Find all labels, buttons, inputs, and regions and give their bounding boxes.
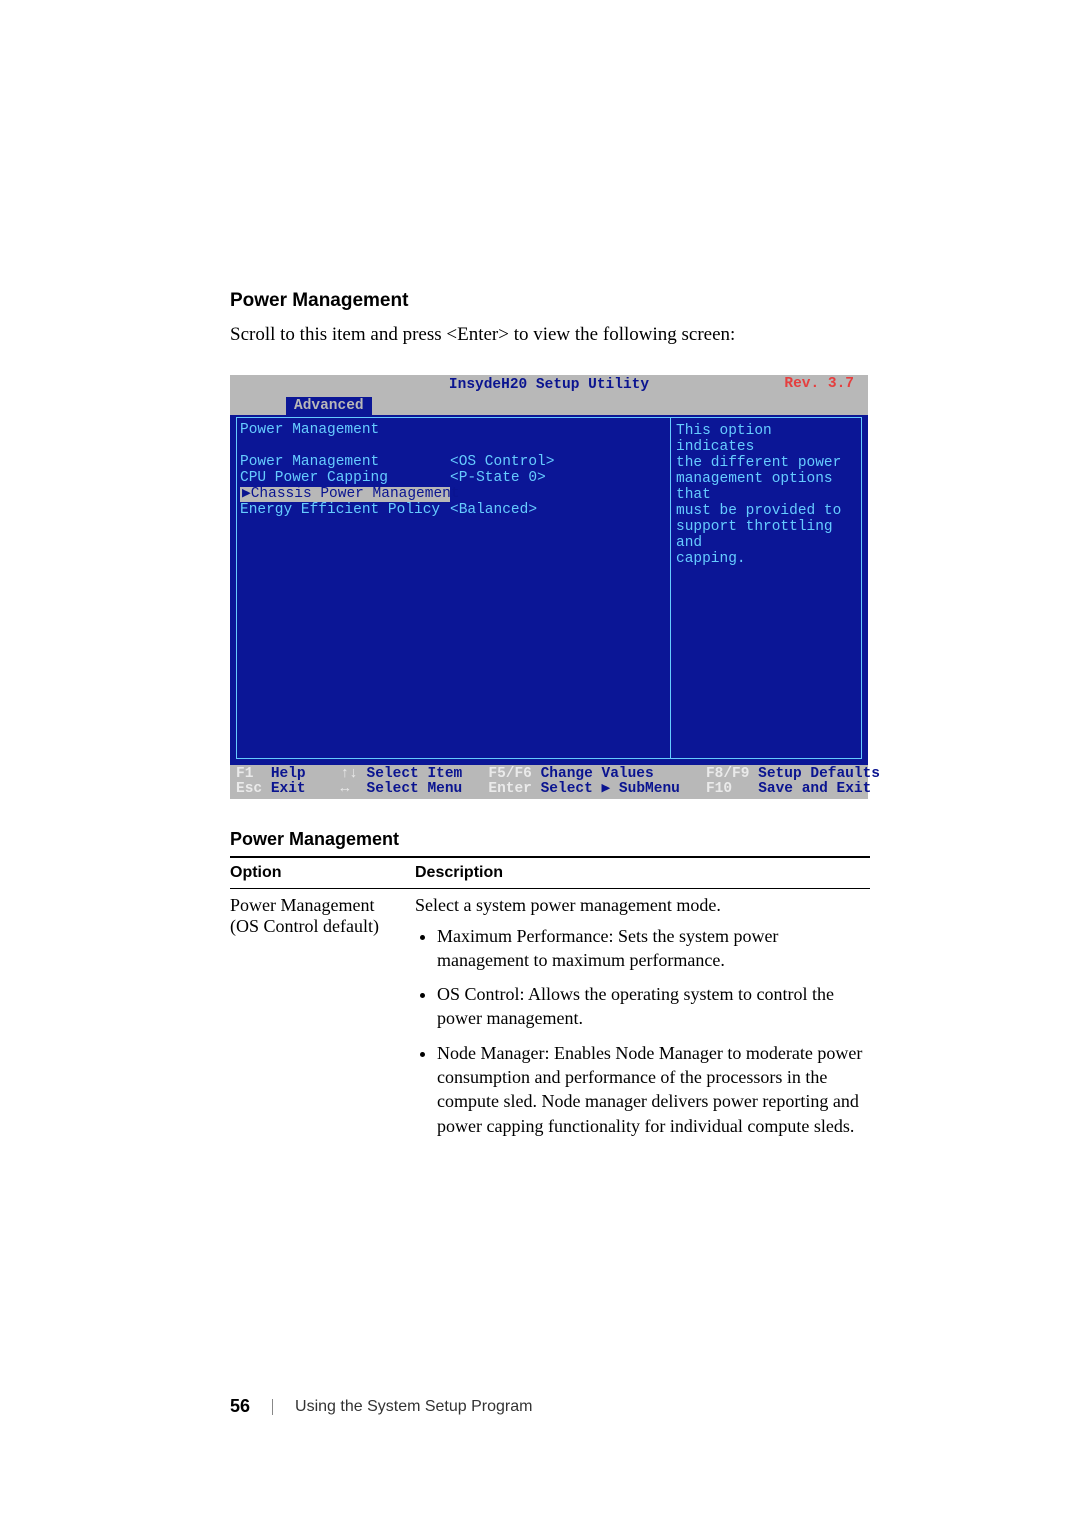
td-option: Power Management (OS Control default) [230, 888, 415, 1148]
bios-titlebar: InsydeH20 Setup Utility Rev. 3.7 [230, 375, 868, 397]
bios-item-cpu-power-capping[interactable]: CPU Power Capping [240, 471, 450, 486]
option-default: (OS Control default) [230, 916, 379, 936]
bios-tab-advanced[interactable]: Advanced [286, 397, 372, 416]
footer-text: Using the System Setup Program [295, 1398, 532, 1416]
th-description: Description [415, 857, 870, 889]
desc-bullet: Maximum Performance: Sets the system pow… [437, 924, 864, 973]
bios-key-enter: Enter [488, 781, 532, 797]
bios-divider [670, 417, 671, 759]
bios-footer: F1 Help ↑↓ Select Item F5/F6 Change Valu… [230, 765, 868, 799]
option-name: Power Management [230, 895, 374, 915]
bios-key-updown-label: Select Item [367, 766, 463, 782]
bios-help-pane: This option indicates the different powe… [676, 423, 858, 567]
bios-value-energy-efficient-policy[interactable]: <Balanced> [450, 503, 650, 518]
bios-title: InsydeH20 Setup Utility [230, 378, 868, 393]
bios-key-esc-label: Exit [271, 781, 306, 797]
desc-bullet: Node Manager: Enables Node Manager to mo… [437, 1041, 864, 1138]
bios-key-f10: F10 [706, 781, 732, 797]
bios-key-enter-label: Select ▶ SubMenu [541, 781, 680, 797]
bios-key-f5f6: F5/F6 [488, 766, 532, 782]
bios-item-energy-efficient-policy[interactable]: Energy Efficient Policy [240, 503, 450, 518]
bios-help-text: This option indicates the different powe… [676, 423, 858, 567]
page-number: 56 [230, 1396, 250, 1417]
bios-key-f8f9-label: Setup Defaults [758, 766, 880, 782]
bios-key-esc: Esc [236, 781, 262, 797]
bios-key-f8f9: F8/F9 [706, 766, 750, 782]
footer-separator [272, 1399, 273, 1415]
bios-key-f1: F1 [236, 766, 253, 782]
bios-rev: Rev. 3.7 [784, 377, 854, 392]
bios-key-f5f6-label: Change Values [541, 766, 654, 782]
th-option: Option [230, 857, 415, 889]
bios-screenshot: InsydeH20 Setup Utility Rev. 3.7 Advance… [230, 375, 868, 799]
bios-item-chassis-power-management[interactable]: ▶Chassis Power Management [240, 487, 450, 502]
bios-item-power-management[interactable]: Power Management [240, 455, 450, 470]
intro-text: Scroll to this item and press <Enter> to… [230, 322, 905, 349]
bios-key-leftright: ↔ [340, 781, 349, 797]
section-heading: Power Management [230, 290, 905, 312]
bios-value-power-management[interactable]: <OS Control> [450, 455, 650, 470]
table-row: Power Management (OS Control default) Se… [230, 888, 870, 1148]
desc-bullet: OS Control: Allows the operating system … [437, 982, 864, 1031]
bios-key-leftright-label: Select Menu [367, 781, 463, 797]
bios-key-f10-label: Save and Exit [758, 781, 871, 797]
table-title: Power Management [230, 829, 905, 850]
bios-value-cpu-power-capping[interactable]: <P-State 0> [450, 471, 650, 486]
desc-lead: Select a system power management mode. [415, 895, 864, 916]
bios-left-pane: Power Management Power Management <OS Co… [240, 423, 660, 519]
td-description: Select a system power management mode. M… [415, 888, 870, 1148]
bios-key-f1-label: Help [271, 766, 306, 782]
options-table: Option Description Power Management (OS … [230, 856, 870, 1148]
bios-heading: Power Management [240, 423, 450, 438]
page-footer: 56 Using the System Setup Program [230, 1396, 532, 1417]
bios-key-updown: ↑↓ [340, 766, 357, 782]
